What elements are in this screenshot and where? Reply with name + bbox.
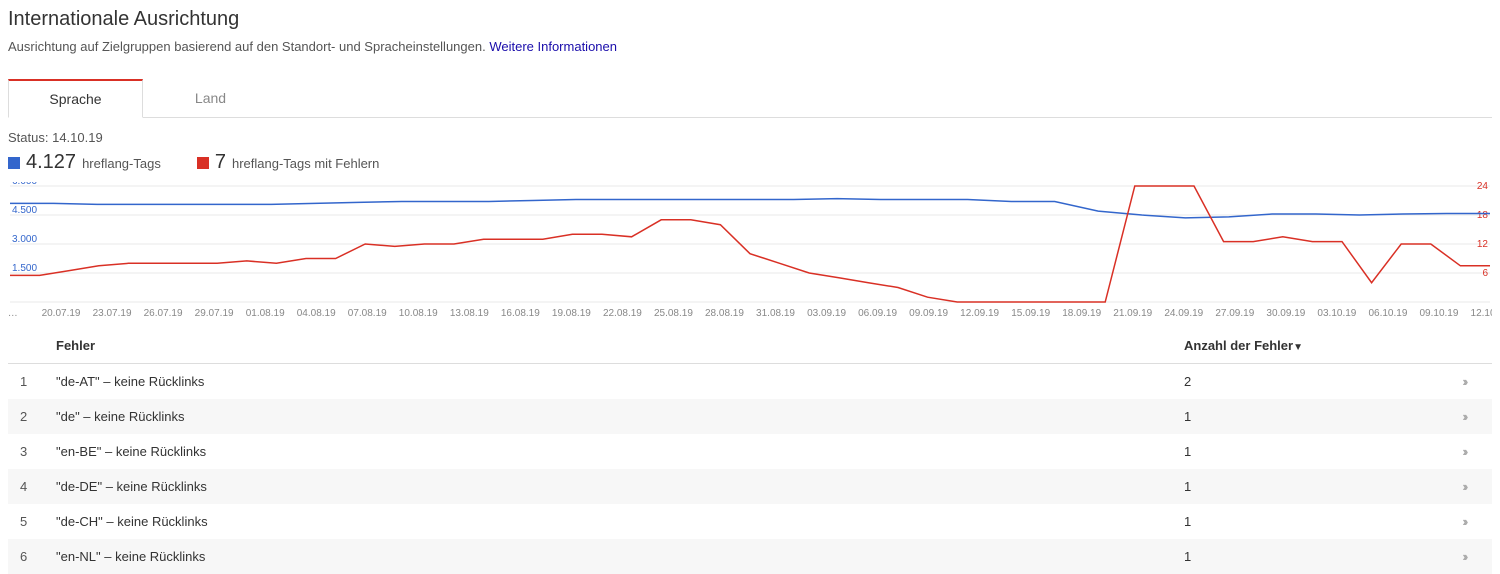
row-error: "de-CH" – keine Rücklinks [44, 504, 1172, 539]
table-row[interactable]: 3"en-BE" – keine Rücklinks1›› [8, 434, 1492, 469]
svg-text:31.08.19: 31.08.19 [756, 308, 795, 319]
svg-text:07.08.19: 07.08.19 [348, 308, 387, 319]
chart-legend: 4.127 hreflang-Tags 7 hreflang-Tags mit … [8, 151, 1492, 182]
th-action [1452, 328, 1492, 364]
svg-text:18.09.19: 18.09.19 [1062, 308, 1101, 319]
table-row[interactable]: 5"de-CH" – keine Rücklinks1›› [8, 504, 1492, 539]
row-error: "en-BE" – keine Rücklinks [44, 434, 1172, 469]
svg-text:12: 12 [1477, 239, 1489, 250]
table-row[interactable]: 4"de-DE" – keine Rücklinks1›› [8, 469, 1492, 504]
svg-text:6: 6 [1482, 268, 1488, 279]
status-label: Status: [8, 130, 48, 145]
row-count: 2 [1172, 364, 1452, 400]
page-title: Internationale Ausrichtung [8, 8, 1492, 31]
page-description-text: Ausrichtung auf Zielgruppen basierend au… [8, 39, 489, 54]
svg-text:27.09.19: 27.09.19 [1215, 308, 1254, 319]
row-count: 1 [1172, 434, 1452, 469]
svg-text:03.09.19: 03.09.19 [807, 308, 846, 319]
th-index [8, 328, 44, 364]
th-count[interactable]: Anzahl der Fehler▼ [1172, 328, 1452, 364]
row-index: 3 [8, 434, 44, 469]
legend-tags: 4.127 hreflang-Tags [8, 151, 161, 174]
row-index: 2 [8, 399, 44, 434]
svg-text:29.07.19: 29.07.19 [195, 308, 234, 319]
row-count: 1 [1172, 504, 1452, 539]
svg-text:22.08.19: 22.08.19 [603, 308, 642, 319]
svg-text:03.10.19: 03.10.19 [1317, 308, 1356, 319]
row-error: "de-AT" – keine Rücklinks [44, 364, 1172, 400]
status-date: 14.10.19 [52, 130, 103, 145]
row-count: 1 [1172, 539, 1452, 574]
row-index: 5 [8, 504, 44, 539]
tab-language[interactable]: Sprache [8, 79, 143, 118]
row-error: "en-NL" – keine Rücklinks [44, 539, 1172, 574]
svg-text:10.08.19: 10.08.19 [399, 308, 438, 319]
svg-text:09.10.19: 09.10.19 [1419, 308, 1458, 319]
svg-text:15.09.19: 15.09.19 [1011, 308, 1050, 319]
row-action[interactable]: ›› [1452, 434, 1492, 469]
row-count: 1 [1172, 399, 1452, 434]
svg-text:24.09.19: 24.09.19 [1164, 308, 1203, 319]
tabs: Sprache Land [8, 78, 1492, 118]
svg-text:24: 24 [1477, 182, 1489, 192]
sort-desc-icon: ▼ [1293, 342, 1303, 353]
svg-text:16.08.19: 16.08.19 [501, 308, 540, 319]
row-index: 6 [8, 539, 44, 574]
legend-tags-value: 4.127 [26, 151, 76, 174]
square-icon [8, 157, 20, 169]
svg-text:01.08.19: 01.08.19 [246, 308, 285, 319]
svg-text:18: 18 [1477, 210, 1489, 221]
timeline-chart[interactable]: 1.500 6 3.000 12 4.500 18 6.000 24 1… 20.07.19 23.… [8, 182, 1492, 322]
row-action[interactable]: ›› [1452, 399, 1492, 434]
svg-text:12.09.19: 12.09.19 [960, 308, 999, 319]
svg-text:04.08.19: 04.08.19 [297, 308, 336, 319]
svg-text:12.10.19: 12.10.19 [1471, 308, 1492, 319]
svg-text:21.09.19: 21.09.19 [1113, 308, 1152, 319]
row-index: 4 [8, 469, 44, 504]
svg-text:20.07.19: 20.07.19 [42, 308, 81, 319]
row-action[interactable]: ›› [1452, 364, 1492, 400]
svg-text:3.000: 3.000 [12, 234, 37, 245]
svg-text:25.08.19: 25.08.19 [654, 308, 693, 319]
tab-country[interactable]: Land [143, 79, 278, 118]
table-row[interactable]: 6"en-NL" – keine Rücklinks1›› [8, 539, 1492, 574]
th-count-label: Anzahl der Fehler [1184, 338, 1293, 353]
status-row: Status: 14.10.19 [8, 118, 1492, 151]
svg-text:30.09.19: 30.09.19 [1266, 308, 1305, 319]
row-error: "de-DE" – keine Rücklinks [44, 469, 1172, 504]
legend-errors: 7 hreflang-Tags mit Fehlern [197, 151, 380, 174]
row-index: 1 [8, 364, 44, 400]
row-count: 1 [1172, 469, 1452, 504]
svg-text:09.09.19: 09.09.19 [909, 308, 948, 319]
svg-text:28.08.19: 28.08.19 [705, 308, 744, 319]
legend-tags-label: hreflang-Tags [82, 156, 161, 171]
svg-text:1…: 1… [8, 308, 18, 319]
svg-text:19.08.19: 19.08.19 [552, 308, 591, 319]
legend-errors-label: hreflang-Tags mit Fehlern [232, 156, 379, 171]
table-row[interactable]: 2"de" – keine Rücklinks1›› [8, 399, 1492, 434]
row-action[interactable]: ›› [1452, 504, 1492, 539]
row-action[interactable]: ›› [1452, 469, 1492, 504]
table-row[interactable]: 1"de-AT" – keine Rücklinks2›› [8, 364, 1492, 400]
svg-text:1.500: 1.500 [12, 263, 37, 274]
svg-text:26.07.19: 26.07.19 [144, 308, 183, 319]
svg-text:13.08.19: 13.08.19 [450, 308, 489, 319]
svg-text:4.500: 4.500 [12, 205, 37, 216]
errors-table: Fehler Anzahl der Fehler▼ 1"de-AT" – kei… [8, 328, 1492, 574]
square-icon [197, 157, 209, 169]
svg-text:6.000: 6.000 [12, 182, 37, 187]
svg-text:06.09.19: 06.09.19 [858, 308, 897, 319]
page-description: Ausrichtung auf Zielgruppen basierend au… [8, 39, 1492, 54]
row-action[interactable]: ›› [1452, 539, 1492, 574]
svg-text:23.07.19: 23.07.19 [93, 308, 132, 319]
more-info-link[interactable]: Weitere Informationen [489, 39, 617, 54]
legend-errors-value: 7 [215, 151, 226, 174]
row-error: "de" – keine Rücklinks [44, 399, 1172, 434]
th-error[interactable]: Fehler [44, 328, 1172, 364]
svg-text:06.10.19: 06.10.19 [1368, 308, 1407, 319]
